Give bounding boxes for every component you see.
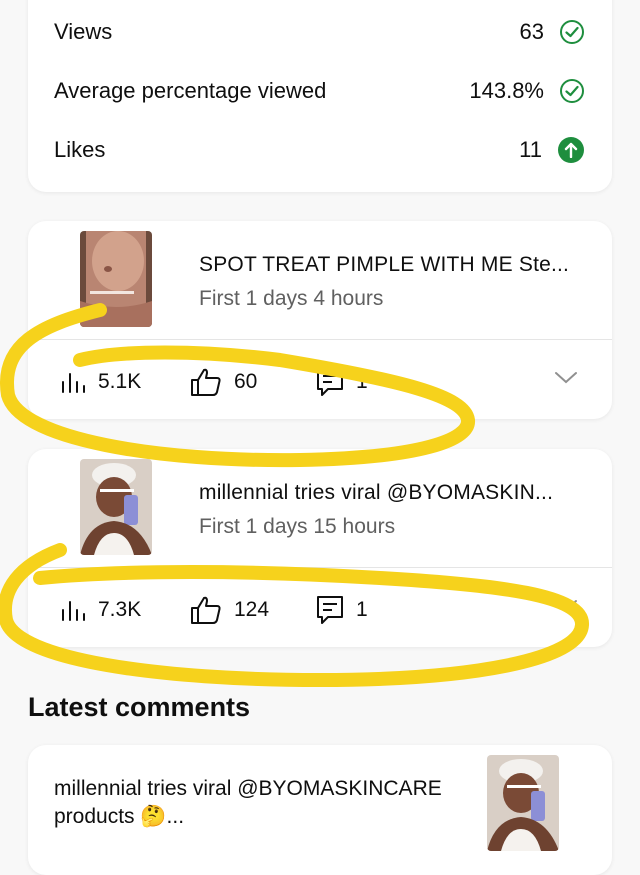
video-stats-card: Views 63 Average percentage viewed 143.8… xyxy=(28,0,612,192)
stat-value: 63 xyxy=(519,19,544,44)
video-title[interactable]: SPOT TREAT PIMPLE WITH ME Ste... xyxy=(199,253,599,277)
video-card[interactable]: SPOT TREAT PIMPLE WITH ME Ste... First 1… xyxy=(28,221,612,419)
comments-count: 1 xyxy=(356,598,368,621)
stat-label: Average percentage viewed xyxy=(54,78,327,103)
video-thumbnail[interactable] xyxy=(80,459,152,555)
comment-card[interactable]: millennial tries viral @BYOMASKINCARE pr… xyxy=(28,745,612,875)
video-timeframe: First 1 days 15 hours xyxy=(199,515,396,538)
arrow-up-circle-icon xyxy=(558,137,584,163)
video-thumbnail[interactable] xyxy=(80,231,152,327)
section-heading-latest-comments: Latest comments xyxy=(28,692,251,722)
video-timeframe: First 1 days 4 hours xyxy=(199,287,384,310)
comments-metric: 1 xyxy=(316,595,368,625)
likes-count: 60 xyxy=(234,370,258,393)
video-thumbnail[interactable] xyxy=(487,755,559,851)
likes-metric: 124 xyxy=(190,595,269,625)
comment-icon xyxy=(317,596,343,624)
likes-count: 124 xyxy=(234,598,270,621)
stat-row-views: Views 63 xyxy=(54,12,584,52)
likes-metric: 60 xyxy=(190,367,257,397)
divider xyxy=(28,339,612,340)
comments-count: 1 xyxy=(356,370,368,393)
thumbs-up-icon xyxy=(191,368,221,396)
views-count: 7.3K xyxy=(98,598,142,621)
views-metric: 7.3K xyxy=(60,595,141,625)
chevron-down-icon[interactable] xyxy=(554,599,578,613)
check-circle-icon xyxy=(560,79,584,103)
check-circle-icon xyxy=(560,20,584,44)
video-card[interactable]: millennial tries viral @BYOMASKIN... Fir… xyxy=(28,449,612,647)
bar-chart-icon xyxy=(62,601,85,621)
stat-row-average-percentage-viewed: Average percentage viewed 143.8% xyxy=(54,71,584,111)
bar-chart-icon xyxy=(62,373,85,393)
comment-icon xyxy=(317,368,343,396)
video-title[interactable]: millennial tries viral @BYOMASKIN... xyxy=(199,481,599,505)
stat-label: Views xyxy=(54,19,113,44)
stat-value: 143.8% xyxy=(469,78,544,103)
stat-label: Likes xyxy=(54,137,106,162)
thumbs-up-icon xyxy=(191,596,221,624)
comment-text: millennial tries viral @BYOMASKINCARE pr… xyxy=(54,777,442,828)
views-metric: 5.1K xyxy=(60,367,141,397)
stat-row-likes: Likes 11 xyxy=(54,130,584,170)
comments-metric: 1 xyxy=(316,367,368,397)
stat-value: 11 xyxy=(519,137,542,162)
views-count: 5.1K xyxy=(98,370,142,393)
divider xyxy=(28,567,612,568)
chevron-down-icon[interactable] xyxy=(554,371,578,385)
